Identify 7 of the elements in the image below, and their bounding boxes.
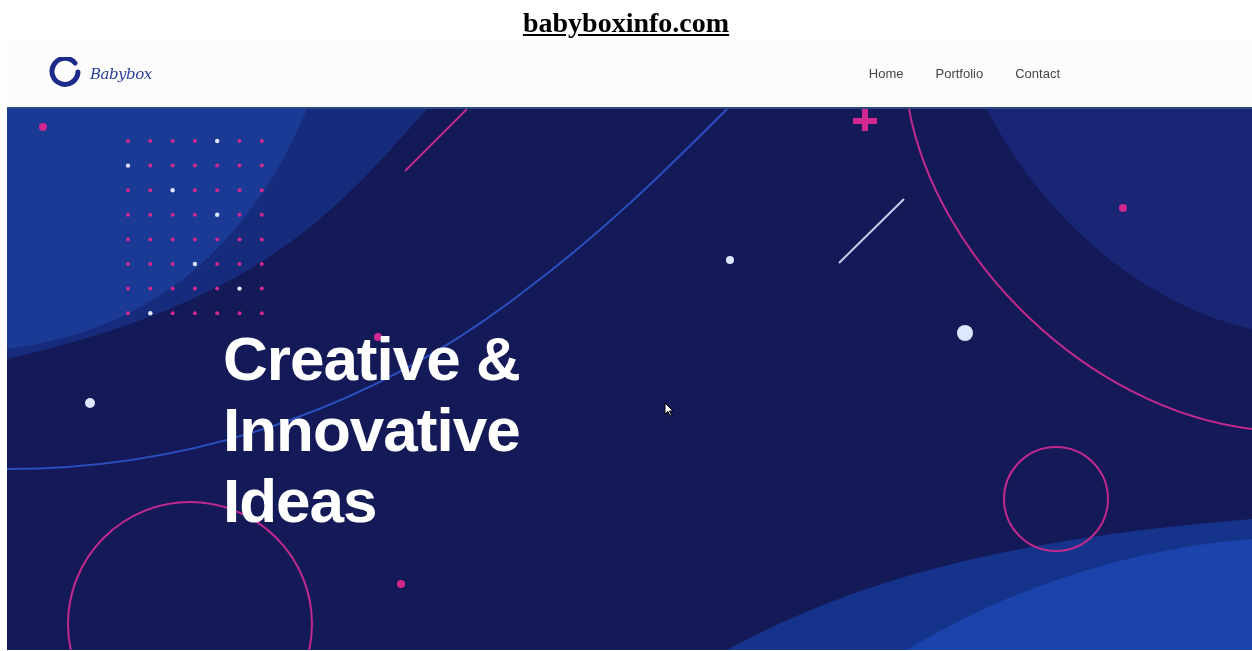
nav-link[interactable]: Contact	[999, 60, 1076, 87]
nav-link[interactable]: Home	[852, 60, 920, 87]
logo-text: Babybox	[90, 64, 152, 83]
hero-heading: Creative & Innovative Ideas	[223, 323, 520, 536]
site-caption: babyboxinfo.com	[522, 6, 730, 39]
mouse-pointer-icon	[664, 402, 674, 417]
nav-link[interactable]: Portfolio	[919, 60, 1000, 87]
